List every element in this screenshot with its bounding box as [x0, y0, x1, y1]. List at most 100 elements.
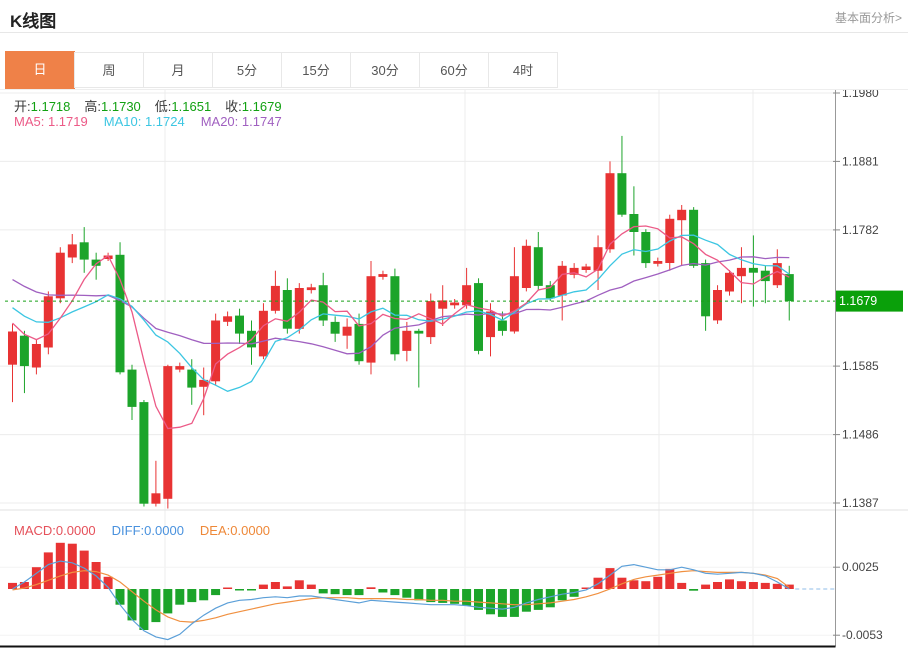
- ma20-label: MA20:: [201, 114, 239, 129]
- candle-body: [582, 267, 591, 271]
- candle-body: [8, 332, 17, 365]
- candle-body: [713, 290, 722, 320]
- open-value: 1.1718: [31, 99, 71, 114]
- candle-body: [187, 370, 196, 388]
- macd-bar: [701, 585, 710, 589]
- macd-bar: [247, 589, 256, 591]
- candle-body: [653, 261, 662, 264]
- candle-body: [163, 366, 172, 499]
- macd-bar: [319, 589, 328, 593]
- candle-body: [402, 331, 411, 351]
- tab-15min[interactable]: 15分: [281, 52, 351, 88]
- candle-body: [151, 493, 160, 503]
- price-tick-label: 1.1387: [842, 496, 879, 510]
- macd-bar: [259, 585, 268, 589]
- candle-body: [414, 331, 423, 334]
- candle-body: [534, 247, 543, 286]
- macd-bar: [749, 582, 758, 589]
- macd-bar: [68, 544, 77, 589]
- candle-body: [378, 274, 387, 277]
- tab-day[interactable]: 日: [5, 51, 75, 89]
- macd-label: MACD:: [14, 523, 56, 538]
- gridlines: [0, 90, 908, 647]
- candle-body: [785, 274, 794, 301]
- candle-body: [462, 285, 471, 305]
- kline-panel: K线图 基本面分析> 日 周 月 5分 15分 30分 60分 4时 1.167…: [0, 0, 908, 652]
- macd-bar: [378, 589, 387, 593]
- close-label: 收:: [225, 99, 242, 114]
- candle-body: [498, 321, 507, 331]
- ma10-label: MA10:: [104, 114, 142, 129]
- fundamental-analysis-link[interactable]: 基本面分析>: [835, 9, 902, 26]
- macd-bar: [211, 589, 220, 595]
- close-value: 1.1679: [242, 99, 282, 114]
- macd-bar: [283, 586, 292, 589]
- candle-body: [606, 173, 615, 249]
- macd-bar: [725, 579, 734, 589]
- ma-readout: MA5: 1.1719 MA10: 1.1724 MA20: 1.1747: [14, 114, 282, 129]
- price-tick-label: 1.1980: [842, 90, 879, 100]
- macd-bar: [713, 582, 722, 589]
- macd-bar: [355, 589, 364, 595]
- panel-header: K线图 基本面分析>: [0, 0, 908, 33]
- macd-bar: [199, 589, 208, 600]
- ma5-value: 1.1719: [48, 114, 88, 129]
- candle-body: [343, 327, 352, 336]
- macd-bar: [44, 552, 53, 589]
- candle-body: [749, 268, 758, 273]
- candle-body: [271, 286, 280, 311]
- candle-body: [641, 232, 650, 263]
- ma5-label: MA5:: [14, 114, 44, 129]
- price-tick-label: 1.1782: [842, 223, 879, 237]
- candle-body: [677, 210, 686, 220]
- tab-30min[interactable]: 30分: [350, 52, 420, 88]
- candle-body: [725, 273, 734, 292]
- candle-body: [128, 370, 137, 407]
- candle-body: [438, 300, 447, 308]
- tab-month[interactable]: 月: [143, 52, 213, 88]
- low-label: 低:: [155, 99, 172, 114]
- candle-body: [558, 266, 567, 296]
- price-tick-label: 1.1881: [842, 154, 879, 168]
- macd-bar: [56, 543, 65, 589]
- interval-tabs: 日 周 月 5分 15分 30分 60分 4时: [5, 52, 558, 89]
- candle-body: [701, 263, 710, 316]
- tab-5min[interactable]: 5分: [212, 52, 282, 88]
- candle-body: [522, 246, 531, 288]
- high-value: 1.1730: [101, 99, 141, 114]
- dea-value: 0.0000: [230, 523, 270, 538]
- tab-60min[interactable]: 60分: [419, 52, 489, 88]
- candle-body: [594, 247, 603, 271]
- candles: [8, 136, 794, 509]
- candle-body: [450, 303, 459, 306]
- candle-body: [307, 287, 316, 290]
- macd-bar: [295, 580, 304, 589]
- macd-bar: [235, 589, 244, 591]
- macd-bar: [546, 589, 555, 607]
- candle-body: [331, 322, 340, 334]
- macd-bar: [737, 581, 746, 589]
- current-price-badge: 1.1679: [835, 291, 903, 312]
- candle-body: [355, 324, 364, 361]
- tab-week[interactable]: 周: [74, 52, 144, 88]
- macd-bar: [331, 589, 340, 594]
- macd-bar: [641, 581, 650, 589]
- tab-4hour[interactable]: 4时: [488, 52, 558, 88]
- candle-body: [80, 242, 89, 259]
- candle-body: [689, 210, 698, 266]
- macd-bar: [629, 580, 638, 589]
- macd-bar: [486, 589, 495, 614]
- macd-bar: [498, 589, 507, 617]
- macd-bar: [116, 589, 125, 605]
- price-axis-labels: 1.19801.18811.17821.15851.14861.13870.00…: [833, 90, 883, 642]
- macd-bar: [343, 589, 352, 595]
- candle-body: [367, 276, 376, 362]
- macd-bar: [8, 583, 17, 589]
- diff-label: DIFF:: [112, 523, 145, 538]
- macd-bar: [175, 589, 184, 605]
- kline-chart[interactable]: 1.16791.19801.18811.17821.15851.14861.13…: [0, 90, 908, 652]
- ma20-value: 1.1747: [242, 114, 282, 129]
- candle-body: [32, 344, 41, 368]
- macd-tick-label: -0.0053: [842, 628, 883, 642]
- current-price-text: 1.1679: [839, 294, 877, 308]
